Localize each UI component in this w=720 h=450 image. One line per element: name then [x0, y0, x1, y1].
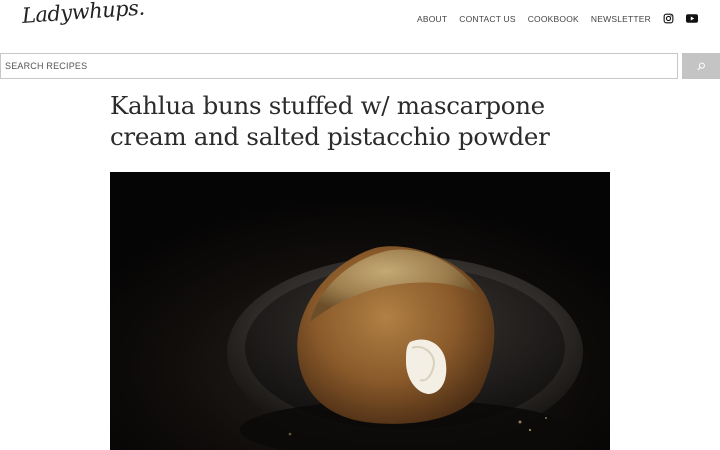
- site-logo[interactable]: Ladywhups.: [21, 0, 145, 28]
- nav-about[interactable]: ABOUT: [417, 14, 447, 24]
- instagram-icon[interactable]: [663, 13, 674, 24]
- search-icon: [697, 59, 706, 74]
- nav-cookbook[interactable]: COOKBOOK: [528, 14, 579, 24]
- search-input[interactable]: [0, 53, 678, 79]
- article-hero-image: [110, 172, 610, 450]
- search-button[interactable]: [682, 53, 720, 79]
- search-bar: [0, 53, 720, 80]
- youtube-icon[interactable]: [686, 14, 698, 23]
- article-title: Kahlua buns stuffed w/ mascarpone cream …: [110, 91, 550, 151]
- kahlua-bun-photo: [110, 172, 610, 450]
- nav-newsletter[interactable]: NEWSLETTER: [591, 14, 651, 24]
- main-nav: ABOUT CONTACT US COOKBOOK NEWSLETTER: [417, 13, 698, 24]
- nav-contact-us[interactable]: CONTACT US: [459, 14, 515, 24]
- site-header: Ladywhups. ABOUT CONTACT US COOKBOOK NEW…: [0, 0, 720, 52]
